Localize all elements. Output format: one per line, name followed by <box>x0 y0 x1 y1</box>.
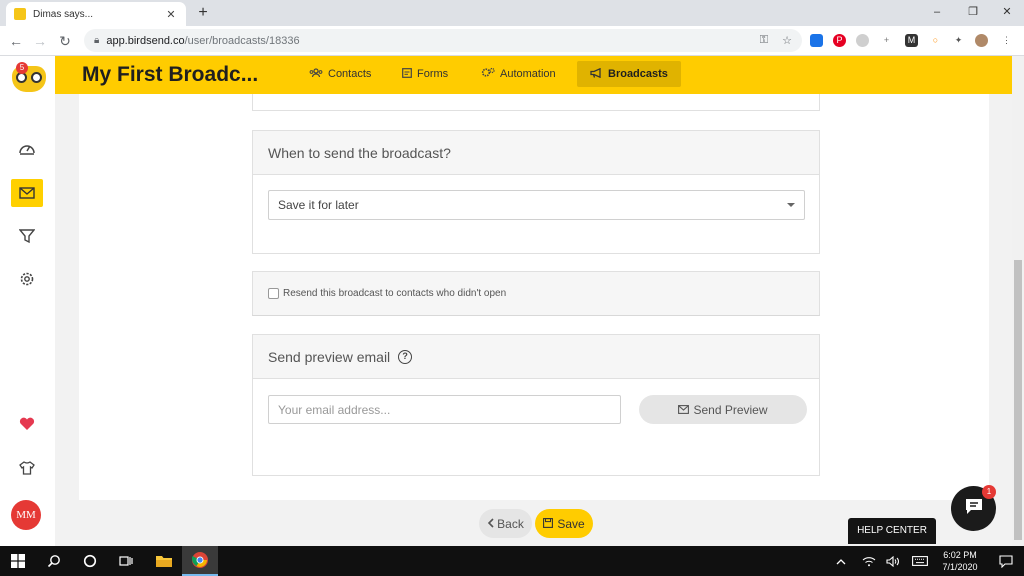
system-clock[interactable]: 6:02 PM 7/1/2020 <box>933 549 987 573</box>
tab-title: Dimas says... <box>33 8 94 20</box>
address-bar[interactable]: 🔒︎ app.birdsend.co/user/broadcasts/18336… <box>84 29 802 52</box>
windows-taskbar: 6:02 PM 7/1/2020 <box>0 546 1024 576</box>
dashboard-icon[interactable] <box>11 135 43 163</box>
volume-icon[interactable] <box>882 546 904 576</box>
task-view-icon[interactable] <box>108 546 144 576</box>
extension-icon[interactable] <box>856 34 869 47</box>
url-domain: app.birdsend.co <box>106 34 185 47</box>
nav-automation[interactable]: Automation <box>468 61 569 87</box>
nav-forms[interactable]: Forms <box>389 61 461 87</box>
url-path: /user/broadcasts/18336 <box>184 34 300 47</box>
forward-arrow-icon[interactable]: → <box>30 31 50 51</box>
windows-start-icon[interactable] <box>0 546 36 576</box>
chat-badge: 1 <box>982 485 996 499</box>
user-avatar[interactable]: MM <box>11 500 41 530</box>
send-preview-label: Send Preview <box>693 402 768 417</box>
megaphone-icon <box>590 67 603 81</box>
save-button[interactable]: Save <box>535 509 593 538</box>
save-label: Save <box>557 516 585 531</box>
send-preview-button[interactable]: Send Preview <box>639 395 807 424</box>
preview-title: Send preview email <box>268 348 391 365</box>
page-scrollbar[interactable] <box>1012 56 1024 546</box>
previous-panel <box>252 94 820 111</box>
gear-icon[interactable] <box>11 265 43 293</box>
clock-time: 6:02 PM <box>943 550 977 560</box>
gears-icon <box>481 67 495 81</box>
new-tab-button[interactable]: + <box>193 3 213 23</box>
floppy-disk-icon <box>543 517 554 531</box>
extension-icon[interactable]: + <box>880 34 893 47</box>
app-sidebar: 5 MM <box>0 56 55 546</box>
preview-panel: Send preview email ? Send Preview <box>252 334 820 476</box>
resend-panel: Resend this broadcast to contacts who di… <box>252 271 820 316</box>
filter-icon[interactable] <box>11 222 43 250</box>
network-icon[interactable] <box>858 546 880 576</box>
key-icon[interactable]: ⚿ <box>760 34 768 47</box>
scrollbar-thumb[interactable] <box>1014 260 1022 540</box>
schedule-title: When to send the broadcast? <box>253 131 819 175</box>
notification-center-icon[interactable] <box>988 546 1024 576</box>
mail-icon[interactable] <box>11 179 43 207</box>
back-label: Back <box>497 516 524 531</box>
chrome-taskbar-icon[interactable] <box>182 546 218 576</box>
file-explorer-icon[interactable] <box>146 546 182 576</box>
keyboard-icon[interactable] <box>908 546 932 576</box>
app-header: My First Broadc... Contacts Forms Automa… <box>55 56 1012 94</box>
extension-icon[interactable]: ○ <box>929 34 942 47</box>
tab-close-icon[interactable]: ✕ <box>164 8 178 21</box>
envelope-icon <box>678 403 690 417</box>
schedule-panel: When to send the broadcast? Save it for … <box>252 130 820 254</box>
extension-icon[interactable]: M <box>905 34 918 47</box>
help-circle-icon[interactable]: ? <box>398 349 413 364</box>
heart-icon[interactable] <box>11 410 43 438</box>
nav-label: Broadcasts <box>608 68 668 80</box>
browser-tab[interactable]: Dimas says... ✕ <box>6 2 186 26</box>
chevron-down-icon <box>787 203 795 207</box>
preview-email-input[interactable] <box>268 395 621 424</box>
back-arrow-icon[interactable]: ← <box>6 31 26 51</box>
birdsend-logo[interactable]: 5 <box>8 62 48 96</box>
tray-chevron-up-icon[interactable] <box>830 546 852 576</box>
lock-icon: 🔒︎ <box>94 35 100 46</box>
search-icon[interactable] <box>36 546 72 576</box>
minimize-button[interactable]: – <box>920 0 954 26</box>
nav-label: Forms <box>417 68 449 80</box>
back-button[interactable]: Back <box>479 509 532 538</box>
send-time-select[interactable]: Save it for later <box>268 190 805 220</box>
menu-kebab-icon[interactable]: ⋮ <box>1000 34 1013 47</box>
star-icon[interactable]: ☆ <box>782 34 792 47</box>
nav-label: Contacts <box>328 68 372 80</box>
nav-label: Automation <box>500 68 556 80</box>
users-icon <box>309 67 323 81</box>
cortana-icon[interactable] <box>72 546 108 576</box>
restore-button[interactable]: ❐ <box>956 0 990 26</box>
extension-icon[interactable] <box>810 34 823 47</box>
pinterest-icon[interactable]: P <box>833 34 846 47</box>
resend-label[interactable]: Resend this broadcast to contacts who di… <box>283 288 506 299</box>
chevron-left-icon <box>487 517 494 531</box>
chat-bubble-icon <box>964 497 984 520</box>
clock-date: 7/1/2020 <box>942 562 978 572</box>
notification-badge: 5 <box>16 62 28 74</box>
puzzle-icon[interactable]: ✦ <box>952 34 965 47</box>
resend-checkbox[interactable] <box>268 288 279 299</box>
help-center-tab[interactable]: HELP CENTER <box>848 518 936 544</box>
page-title[interactable]: My First Broadc... <box>82 63 258 87</box>
reload-icon[interactable]: ↻ <box>55 31 75 51</box>
profile-avatar[interactable] <box>975 34 988 47</box>
site-favicon-icon <box>14 8 26 20</box>
shirt-icon[interactable] <box>11 454 43 482</box>
close-window-button[interactable]: ✕ <box>990 0 1024 26</box>
nav-contacts[interactable]: Contacts <box>296 61 384 87</box>
nav-broadcasts[interactable]: Broadcasts <box>577 61 681 87</box>
browser-tab-strip: Dimas says... ✕ + – ❐ ✕ <box>0 0 1024 26</box>
send-time-selected: Save it for later <box>278 198 359 212</box>
browser-toolbar: ← → ↻ 🔒︎ app.birdsend.co/user/broadcasts… <box>0 26 1024 56</box>
form-icon <box>402 67 412 81</box>
